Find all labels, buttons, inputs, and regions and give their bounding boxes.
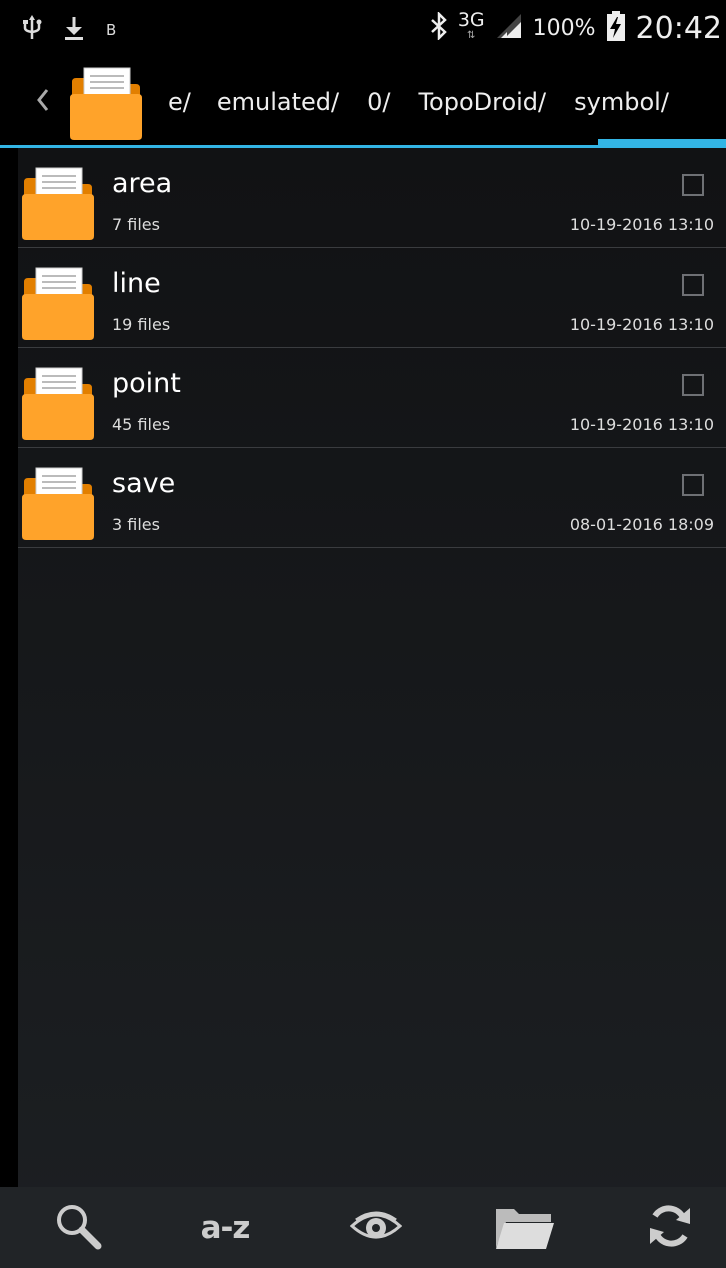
clock: 20:42 (635, 10, 722, 46)
folder-icon[interactable] (70, 64, 142, 146)
download-icon (64, 15, 84, 45)
item-checkbox[interactable] (682, 174, 704, 196)
eye-icon (349, 1206, 403, 1250)
list-item[interactable]: point 45 files 10-19-2016 13:10 (18, 348, 726, 448)
left-margin (0, 148, 18, 1187)
status-bar: B 3G ⇅ 100% 20:42 (0, 0, 726, 56)
item-date: 10-19-2016 13:10 (569, 215, 714, 234)
item-count: 3 files (112, 515, 160, 534)
list-item[interactable]: line 19 files 10-19-2016 13:10 (18, 248, 726, 348)
item-count: 7 files (112, 215, 160, 234)
list-item[interactable]: area 7 files 10-19-2016 13:10 (18, 148, 726, 248)
item-name: point (112, 368, 181, 399)
back-chevron-icon[interactable] (36, 86, 50, 118)
crumb-segment-active[interactable]: symbol/ (574, 88, 669, 116)
folder-icon (22, 464, 94, 546)
bluetooth-icon (430, 10, 448, 44)
item-count: 19 files (112, 315, 171, 334)
path-bar: e/ emulated/ 0/ TopoDroid/ symbol/ (0, 56, 726, 148)
view-button[interactable] (346, 1200, 406, 1256)
item-count: 45 files (112, 415, 171, 434)
crumb-segment[interactable]: e/ (168, 88, 191, 116)
b-indicator: B (106, 21, 117, 39)
search-button[interactable] (50, 1200, 106, 1256)
item-name: line (112, 268, 161, 299)
item-date: 10-19-2016 13:10 (569, 415, 714, 434)
network-type: 3G ⇅ (457, 9, 485, 42)
item-name: area (112, 168, 173, 199)
signal-icon (495, 12, 523, 44)
active-crumb-indicator (598, 139, 726, 148)
item-checkbox[interactable] (682, 474, 704, 496)
breadcrumb: e/ emulated/ 0/ TopoDroid/ symbol/ (168, 56, 726, 148)
item-checkbox[interactable] (682, 274, 704, 296)
folder-icon (22, 264, 94, 346)
item-name: save (112, 468, 176, 499)
folder-icon (22, 364, 94, 446)
refresh-button[interactable] (640, 1200, 700, 1256)
crumb-segment[interactable]: TopoDroid/ (418, 88, 546, 116)
refresh-icon (646, 1202, 694, 1254)
search-icon (54, 1202, 102, 1254)
crumb-segment[interactable]: 0/ (367, 88, 390, 116)
sort-button[interactable]: a-z (180, 1200, 270, 1256)
folder-icon (22, 164, 94, 246)
item-date: 10-19-2016 13:10 (569, 315, 714, 334)
battery-charging-icon (606, 11, 626, 45)
folder-open-icon (494, 1203, 556, 1253)
item-checkbox[interactable] (682, 374, 704, 396)
file-list: area 7 files 10-19-2016 13:10 line 19 fi… (18, 148, 726, 1226)
battery-percent: 100% (532, 15, 596, 41)
sort-icon: a-z (200, 1210, 251, 1246)
open-folder-button[interactable] (490, 1200, 560, 1256)
list-item[interactable]: save 3 files 08-01-2016 18:09 (18, 448, 726, 548)
usb-icon (22, 15, 42, 45)
item-date: 08-01-2016 18:09 (569, 515, 714, 534)
crumb-segment[interactable]: emulated/ (217, 88, 339, 116)
